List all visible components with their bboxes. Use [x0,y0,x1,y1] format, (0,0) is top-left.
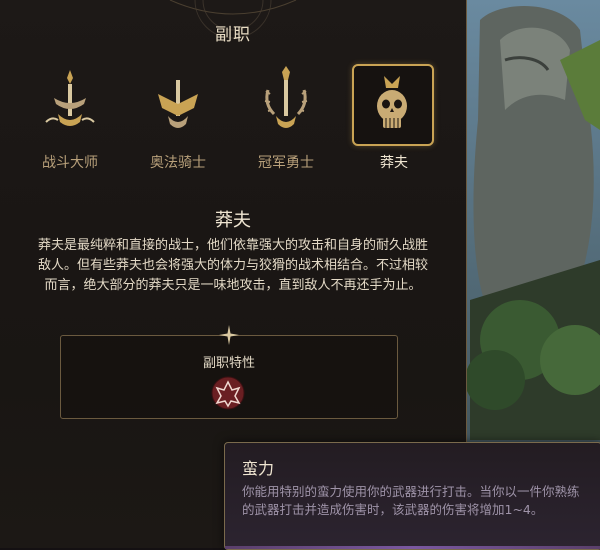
subclass-title: 莽夫 [215,210,251,231]
subclass-champion[interactable]: 冠军勇士 [236,60,336,178]
feature-tooltip: 蛮力 你能用特别的蛮力使用你的武器进行打击。当你以一件你熟练的武器打击并造成伤害… [224,442,600,550]
feature-label: 副职特性 [202,356,255,371]
subclass-label: 奥法骑士 [150,155,206,171]
brute-force-icon[interactable] [211,376,245,410]
subclass-feature-box: 副职特性 [60,335,398,419]
tooltip-title: 蛮力 [242,459,275,478]
subclass-label: 战斗大师 [42,155,98,171]
berserker-skull-icon [377,76,407,128]
battle-master-icon [45,70,95,126]
subclass-label: 莽夫 [380,155,408,171]
subclass-battle-master[interactable]: 战斗大师 [20,60,120,178]
subclass-eldritch-knight[interactable]: 奥法骑士 [128,60,228,178]
panel-title: 副职 [215,25,251,45]
subclass-label: 冠军勇士 [258,155,314,171]
subclass-berserker[interactable]: 莽夫 [344,60,444,178]
subclass-list: 战斗大师 奥法骑士 冠军勇士 莽夫 [20,60,450,180]
tooltip-description: 你能用特别的蛮力使用你的武器进行打击。当你以一件你熟练的武器打击并造成伤害时，该… [242,484,580,517]
star-ornament-icon [219,325,239,345]
eldritch-knight-icon [158,68,198,128]
subclass-description: 莽夫是最纯粹和直接的战士，他们依靠强大的攻击和自身的耐久战胜敌人。但有些莽夫也会… [37,238,428,293]
champion-icon [264,66,308,128]
